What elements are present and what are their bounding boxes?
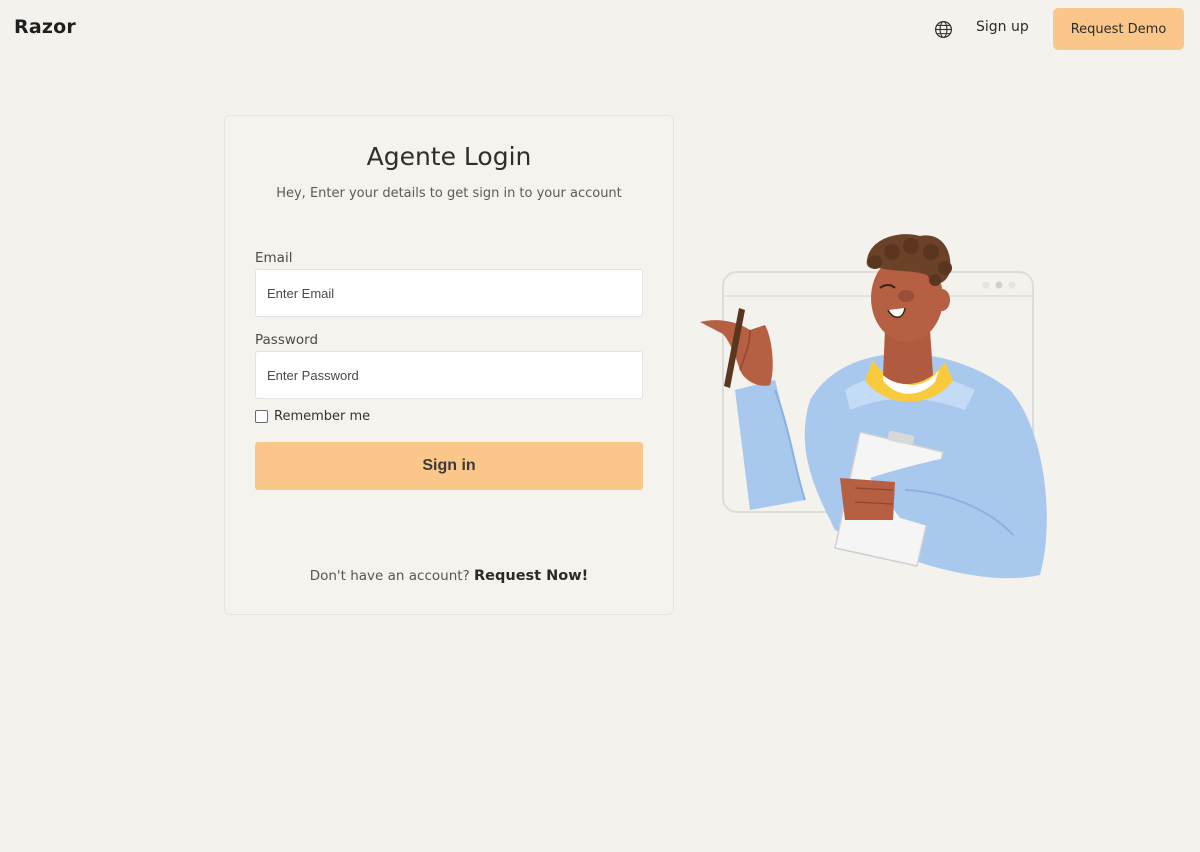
no-account-text: Don't have an account? xyxy=(309,568,470,584)
remember-checkbox[interactable] xyxy=(255,410,268,423)
login-title: Agente Login xyxy=(366,142,532,171)
signup-link[interactable]: Sign up xyxy=(976,19,1029,35)
signup-prompt: Don't have an account? Request Now! xyxy=(225,568,673,584)
password-field[interactable]: Enter Password xyxy=(255,351,643,399)
password-label: Password xyxy=(255,332,319,348)
globe-icon[interactable] xyxy=(934,20,953,39)
brand-logo[interactable]: Razor xyxy=(14,16,76,38)
person-illustration xyxy=(700,234,1047,579)
login-card: Agente Login Hey, Enter your details to … xyxy=(224,115,674,615)
request-now-link[interactable]: Request Now! xyxy=(474,568,588,584)
email-field[interactable]: Enter Email xyxy=(255,269,643,317)
request-demo-button[interactable]: Request Demo xyxy=(1053,8,1184,50)
remember-label: Remember me xyxy=(274,409,371,424)
login-subtitle: Hey, Enter your details to get sign in t… xyxy=(276,186,622,201)
remember-me[interactable]: Remember me xyxy=(255,409,370,424)
email-label: Email xyxy=(255,250,293,266)
top-navbar: Razor Sign up Request Demo xyxy=(0,0,1200,58)
signin-button[interactable]: Sign in xyxy=(255,442,643,490)
